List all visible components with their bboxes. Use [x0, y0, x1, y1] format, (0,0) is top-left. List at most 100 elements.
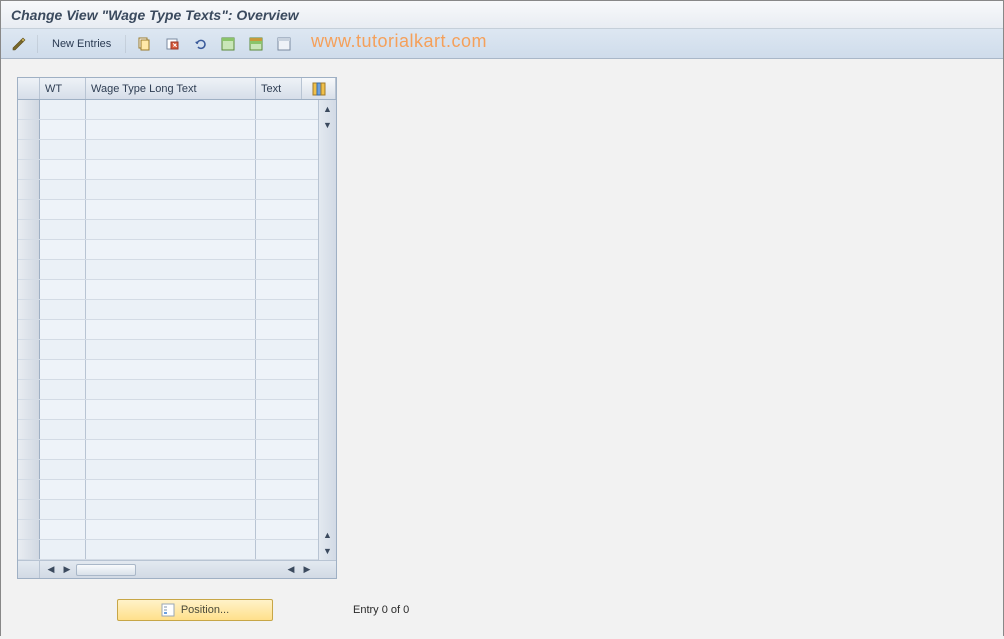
cell-wt[interactable]: [40, 100, 86, 119]
row-selector[interactable]: [18, 280, 40, 299]
cell-wage-type-long-text[interactable]: [86, 380, 256, 399]
vertical-scrollbar[interactable]: ▲ ▼ ▲ ▼: [318, 100, 336, 560]
column-header-wt[interactable]: WT: [40, 78, 86, 99]
row-selector[interactable]: [18, 360, 40, 379]
cell-wage-type-long-text[interactable]: [86, 440, 256, 459]
cell-wt[interactable]: [40, 480, 86, 499]
cell-text[interactable]: [256, 260, 318, 279]
cell-wage-type-long-text[interactable]: [86, 540, 256, 559]
cell-text[interactable]: [256, 300, 318, 319]
copy-as-icon[interactable]: [134, 34, 154, 54]
row-selector[interactable]: [18, 100, 40, 119]
cell-wt[interactable]: [40, 300, 86, 319]
cell-text[interactable]: [256, 340, 318, 359]
cell-wage-type-long-text[interactable]: [86, 360, 256, 379]
cell-text[interactable]: [256, 140, 318, 159]
cell-text[interactable]: [256, 500, 318, 519]
cell-wt[interactable]: [40, 540, 86, 559]
cell-wage-type-long-text[interactable]: [86, 280, 256, 299]
cell-text[interactable]: [256, 420, 318, 439]
cell-text[interactable]: [256, 520, 318, 539]
cell-wt[interactable]: [40, 500, 86, 519]
row-selector[interactable]: [18, 140, 40, 159]
cell-wt[interactable]: [40, 320, 86, 339]
undo-change-icon[interactable]: [190, 34, 210, 54]
cell-wage-type-long-text[interactable]: [86, 340, 256, 359]
position-button[interactable]: Position...: [117, 599, 273, 621]
cell-wt[interactable]: [40, 420, 86, 439]
cell-wt[interactable]: [40, 460, 86, 479]
row-selector[interactable]: [18, 220, 40, 239]
cell-text[interactable]: [256, 240, 318, 259]
cell-text[interactable]: [256, 200, 318, 219]
scroll-right-end-icon[interactable]: ▶: [300, 563, 314, 577]
row-selector[interactable]: [18, 540, 40, 559]
scroll-up-end-icon[interactable]: ▲: [321, 528, 335, 542]
row-selector[interactable]: [18, 260, 40, 279]
row-selector[interactable]: [18, 420, 40, 439]
row-selector[interactable]: [18, 400, 40, 419]
cell-wt[interactable]: [40, 400, 86, 419]
new-entries-button[interactable]: New Entries: [46, 34, 117, 54]
column-header-text[interactable]: Text: [256, 78, 302, 99]
scroll-down-end-icon[interactable]: ▼: [321, 544, 335, 558]
cell-wage-type-long-text[interactable]: [86, 120, 256, 139]
cell-text[interactable]: [256, 540, 318, 559]
row-selector[interactable]: [18, 160, 40, 179]
row-selector[interactable]: [18, 200, 40, 219]
cell-wage-type-long-text[interactable]: [86, 160, 256, 179]
cell-text[interactable]: [256, 180, 318, 199]
scroll-down-icon[interactable]: ▼: [321, 118, 335, 132]
cell-text[interactable]: [256, 100, 318, 119]
cell-wage-type-long-text[interactable]: [86, 100, 256, 119]
cell-wt[interactable]: [40, 340, 86, 359]
cell-text[interactable]: [256, 280, 318, 299]
scroll-left-end-icon[interactable]: ◀: [284, 563, 298, 577]
row-selector[interactable]: [18, 120, 40, 139]
cell-wt[interactable]: [40, 180, 86, 199]
delete-icon[interactable]: [162, 34, 182, 54]
cell-wt[interactable]: [40, 520, 86, 539]
cell-wt[interactable]: [40, 240, 86, 259]
row-selector[interactable]: [18, 460, 40, 479]
deselect-all-icon[interactable]: [274, 34, 294, 54]
cell-wage-type-long-text[interactable]: [86, 480, 256, 499]
cell-text[interactable]: [256, 320, 318, 339]
row-selector[interactable]: [18, 320, 40, 339]
select-block-icon[interactable]: [246, 34, 266, 54]
hscroll-thumb[interactable]: [76, 564, 136, 576]
cell-text[interactable]: [256, 460, 318, 479]
cell-wt[interactable]: [40, 160, 86, 179]
cell-text[interactable]: [256, 380, 318, 399]
cell-wage-type-long-text[interactable]: [86, 400, 256, 419]
scroll-up-icon[interactable]: ▲: [321, 102, 335, 116]
cell-wage-type-long-text[interactable]: [86, 520, 256, 539]
select-all-icon[interactable]: [218, 34, 238, 54]
cell-text[interactable]: [256, 440, 318, 459]
cell-wage-type-long-text[interactable]: [86, 240, 256, 259]
cell-wt[interactable]: [40, 380, 86, 399]
row-selector[interactable]: [18, 500, 40, 519]
cell-wt[interactable]: [40, 220, 86, 239]
row-selector[interactable]: [18, 440, 40, 459]
cell-wt[interactable]: [40, 140, 86, 159]
cell-wage-type-long-text[interactable]: [86, 420, 256, 439]
scroll-left-icon[interactable]: ◀: [44, 563, 58, 577]
row-selector[interactable]: [18, 380, 40, 399]
row-selector[interactable]: [18, 340, 40, 359]
cell-text[interactable]: [256, 360, 318, 379]
row-selector[interactable]: [18, 180, 40, 199]
row-selector[interactable]: [18, 240, 40, 259]
cell-wt[interactable]: [40, 200, 86, 219]
cell-wage-type-long-text[interactable]: [86, 200, 256, 219]
cell-wage-type-long-text[interactable]: [86, 320, 256, 339]
cell-text[interactable]: [256, 400, 318, 419]
hscroll-track-left[interactable]: ◀ ▶ ◀ ▶: [40, 563, 318, 577]
cell-text[interactable]: [256, 120, 318, 139]
horizontal-scrollbar[interactable]: ◀ ▶ ◀ ▶: [18, 560, 336, 578]
cell-wage-type-long-text[interactable]: [86, 140, 256, 159]
cell-wage-type-long-text[interactable]: [86, 180, 256, 199]
cell-text[interactable]: [256, 480, 318, 499]
cell-wt[interactable]: [40, 260, 86, 279]
cell-wt[interactable]: [40, 360, 86, 379]
